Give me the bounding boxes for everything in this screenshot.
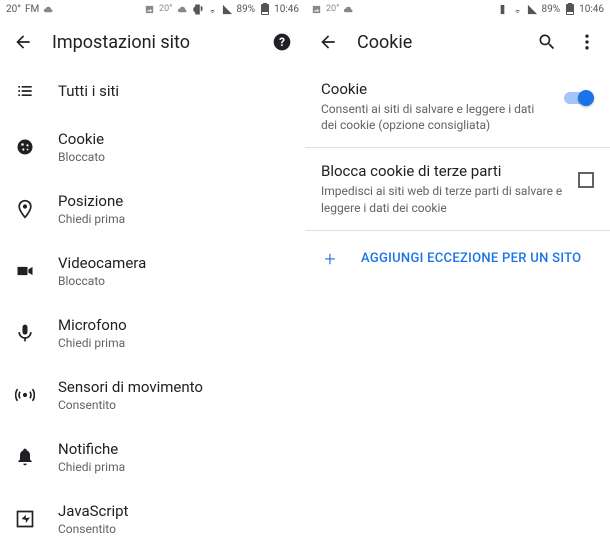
signal-icon: [222, 4, 233, 15]
battery-icon: [564, 4, 575, 15]
svg-text:?: ?: [279, 35, 285, 49]
back-button[interactable]: [317, 31, 339, 53]
signal-icon: [527, 4, 538, 15]
item-status: Bloccato: [58, 150, 105, 164]
wifi-icon: [512, 4, 523, 15]
page-title: Cookie: [357, 32, 518, 53]
item-label: Microfono: [58, 316, 127, 334]
battery-icon: [259, 4, 270, 15]
item-label: Posizione: [58, 192, 125, 210]
javascript-icon: [14, 508, 36, 530]
third-party-title: Blocca cookie di terze parti: [321, 162, 566, 180]
cookie-settings-screen: 20° 89% 10:46 Cookie: [305, 0, 610, 541]
overflow-menu-button[interactable]: [576, 31, 598, 53]
cloud-icon: [43, 4, 54, 15]
add-exception-label: AGGIUNGI ECCEZIONE PER UN SITO: [361, 251, 581, 266]
item-status: Consentito: [58, 522, 128, 536]
cloud2-icon: [177, 4, 188, 15]
item-status: Chiedi prima: [58, 336, 127, 350]
search-button[interactable]: [536, 31, 558, 53]
back-button[interactable]: [12, 31, 34, 53]
statusbar-left: 20°: [311, 4, 354, 15]
bell-icon: [14, 446, 36, 468]
item-label: JavaScript: [58, 502, 128, 520]
item-label: Notifiche: [58, 440, 125, 458]
settings-item-location[interactable]: Posizione Chiedi prima: [0, 178, 305, 240]
image-icon: [144, 4, 155, 15]
cookie-toggle-title: Cookie: [321, 80, 550, 98]
cookie-switch[interactable]: [562, 90, 594, 106]
settings-item-motion[interactable]: Sensori di movimento Consentito: [0, 364, 305, 426]
small-temp: 20°: [326, 4, 339, 14]
site-settings-screen: 20° FM 20° 89%: [0, 0, 305, 541]
cloud-icon: [343, 4, 354, 15]
settings-list: Tutti i siti Cookie Bloccato Posizione Chied…: [0, 66, 305, 541]
camera-icon: [14, 260, 36, 282]
page-title: Impostazioni sito: [52, 32, 253, 53]
third-party-desc: Impedisci ai siti web di terze parti di …: [321, 183, 566, 215]
temperature: 20°: [6, 4, 21, 15]
small-temp: 20°: [159, 4, 172, 14]
add-exception-button[interactable]: + AGGIUNGI ECCEZIONE PER UN SITO: [305, 231, 610, 287]
settings-item-bell[interactable]: Notifiche Chiedi prima: [0, 426, 305, 488]
item-label: Tutti i siti: [58, 82, 119, 100]
app-bar: Impostazioni sito ?: [0, 18, 305, 66]
item-status: Chiedi prima: [58, 212, 125, 226]
item-label: Videocamera: [58, 254, 146, 272]
image-icon: [311, 4, 322, 15]
battery-percent: 89%: [542, 4, 561, 15]
clock: 10:46: [579, 4, 604, 15]
settings-item-cookie[interactable]: Cookie Bloccato: [0, 116, 305, 178]
item-status: Consentito: [58, 398, 203, 412]
statusbar-right: 89% 10:46: [497, 4, 604, 15]
fm-indicator: FM: [25, 4, 39, 15]
vibrate-icon: [497, 4, 508, 15]
item-label: Sensori di movimento: [58, 378, 203, 396]
cookie-icon: [14, 136, 36, 158]
status-bar: 20° 89% 10:46: [305, 0, 610, 18]
settings-item-mic[interactable]: Microfono Chiedi prima: [0, 302, 305, 364]
settings-item-javascript[interactable]: JavaScript Consentito: [0, 488, 305, 541]
block-third-party-row[interactable]: Blocca cookie di terze parti Impedisci a…: [305, 148, 610, 229]
motion-icon: [14, 384, 36, 406]
settings-item-camera[interactable]: Videocamera Bloccato: [0, 240, 305, 302]
item-status: Bloccato: [58, 274, 146, 288]
list-icon: [14, 80, 36, 102]
cookie-toggle-desc: Consenti ai siti di salvare e leggere i …: [321, 101, 550, 133]
vibrate-icon: [192, 4, 203, 15]
status-bar: 20° FM 20° 89%: [0, 0, 305, 18]
third-party-checkbox[interactable]: [578, 172, 594, 188]
statusbar-right: 20° 89% 10:46: [144, 4, 299, 15]
cookie-toggle-row[interactable]: Cookie Consenti ai siti di salvare e leg…: [305, 66, 610, 147]
location-icon: [14, 198, 36, 220]
wifi-icon: [207, 4, 218, 15]
settings-item-list[interactable]: Tutti i siti: [0, 66, 305, 116]
item-label: Cookie: [58, 130, 105, 148]
battery-percent: 89%: [237, 4, 256, 15]
help-button[interactable]: ?: [271, 31, 293, 53]
item-status: Chiedi prima: [58, 460, 125, 474]
app-bar: Cookie: [305, 18, 610, 66]
mic-icon: [14, 322, 36, 344]
statusbar-left: 20° FM: [6, 4, 54, 15]
clock: 10:46: [274, 4, 299, 15]
plus-icon: +: [321, 247, 339, 271]
